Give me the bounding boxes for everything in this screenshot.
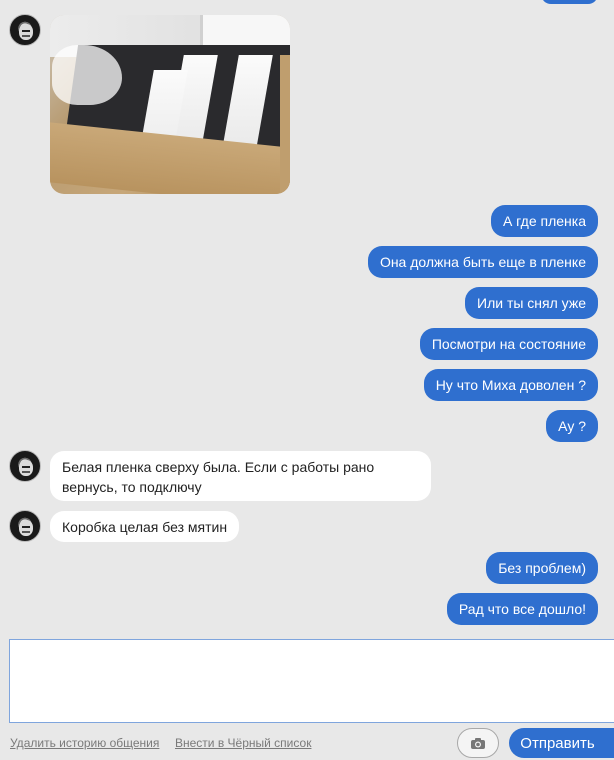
camera-icon <box>471 737 485 749</box>
message-line: вернусь, то подключу <box>62 479 202 495</box>
outgoing-message: Без проблем) <box>486 552 598 584</box>
delete-history-link[interactable]: Удалить историю общения <box>10 736 159 750</box>
outgoing-message: Ну что Миха доволен ? <box>423 369 598 401</box>
outgoing-message: Посмотри на состояние <box>419 328 598 360</box>
message-line: Белая пленка сверху была. Если с работы … <box>62 459 375 475</box>
avatar[interactable] <box>9 510 41 542</box>
photo-box-side <box>280 55 290 194</box>
photo-attachment[interactable] <box>50 15 290 194</box>
chat-history[interactable]: А где пленка Она должна быть еще в пленк… <box>0 0 614 636</box>
outgoing-message: Она должна быть еще в пленке <box>367 246 598 278</box>
outgoing-message: Рад что все дошло! <box>446 593 598 625</box>
incoming-message: Белая пленка сверху была. Если с работы … <box>50 451 431 501</box>
avatar[interactable] <box>9 450 41 482</box>
incoming-message: Коробка целая без мятин <box>50 511 240 542</box>
previous-outgoing-message <box>541 0 598 4</box>
blacklist-link[interactable]: Внести в Чёрный список <box>175 736 311 750</box>
message-input[interactable] <box>9 639 614 723</box>
outgoing-message: Или ты снял уже <box>465 287 598 319</box>
send-button[interactable]: Отправить <box>509 728 614 758</box>
outgoing-message: Ау ? <box>546 410 598 442</box>
outgoing-message: А где пленка <box>490 205 598 237</box>
avatar[interactable] <box>9 14 41 46</box>
attach-photo-button[interactable] <box>457 728 499 758</box>
